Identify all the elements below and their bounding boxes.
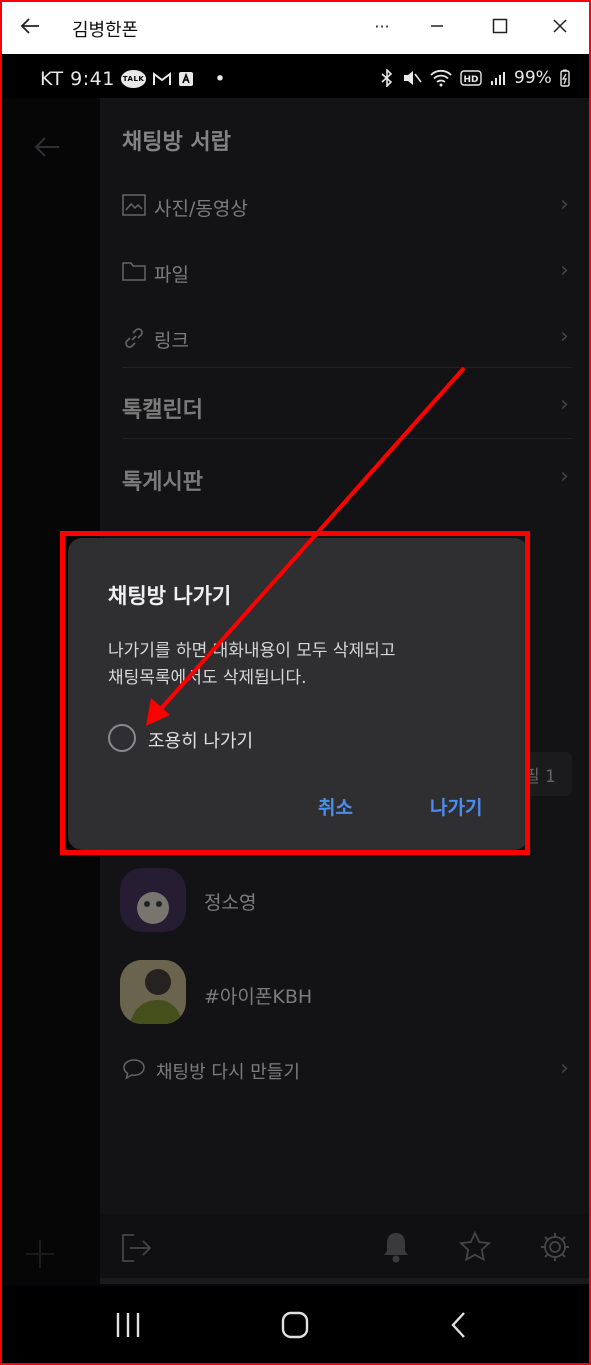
mute-icon <box>402 69 422 87</box>
android-nav-bar <box>2 1286 589 1363</box>
bluetooth-icon <box>380 69 394 87</box>
status-right: HD 99% <box>380 68 570 88</box>
battery-level: 99% <box>514 68 552 88</box>
leave-chat-dialog: 채팅방 나가기 나가기를 하면 대화내용이 모두 삭제되고 채팅목록에서도 삭제… <box>68 538 528 850</box>
leave-button[interactable]: 나가기 <box>430 793 482 820</box>
carrier-time: KT 9:41 <box>40 68 115 90</box>
minimize-button[interactable] <box>417 6 457 46</box>
gmail-icon <box>152 71 172 87</box>
dialog-message: 나가기를 하면 대화내용이 모두 삭제되고 채팅목록에서도 삭제됩니다. <box>108 641 396 688</box>
window-title: 김병한폰 <box>72 20 139 41</box>
home-icon[interactable] <box>280 1310 310 1340</box>
talk-icon: TALK <box>120 70 147 88</box>
phone-screen: KT 9:41 TALK • HD 99% 채팅방 서랍 사진/동영상 › 파일… <box>2 54 589 1363</box>
status-left: KT 9:41 TALK • <box>40 68 226 90</box>
back-icon[interactable] <box>448 1310 468 1340</box>
more-options-button[interactable]: ··· <box>362 6 402 46</box>
signal-icon <box>490 70 506 86</box>
battery-icon <box>560 69 570 87</box>
notification-dot: • <box>214 68 227 90</box>
back-arrow-icon[interactable] <box>10 6 50 46</box>
recent-apps-icon[interactable] <box>114 1310 142 1340</box>
window-titlebar: 김병한폰 ··· <box>2 2 589 54</box>
hd-icon: HD <box>460 70 482 86</box>
dialog-title: 채팅방 나가기 <box>108 584 232 608</box>
maximize-button[interactable] <box>480 6 520 46</box>
svg-text:HD: HD <box>463 75 478 85</box>
cancel-button[interactable]: 취소 <box>318 793 353 820</box>
close-window-button[interactable] <box>540 6 580 46</box>
status-bar: KT 9:41 TALK • HD 99% <box>2 54 589 98</box>
app-a-icon <box>178 71 194 87</box>
quiet-leave-label[interactable]: 조용히 나가기 <box>148 727 253 753</box>
wifi-icon <box>430 69 452 87</box>
quiet-leave-radio[interactable] <box>108 724 136 752</box>
